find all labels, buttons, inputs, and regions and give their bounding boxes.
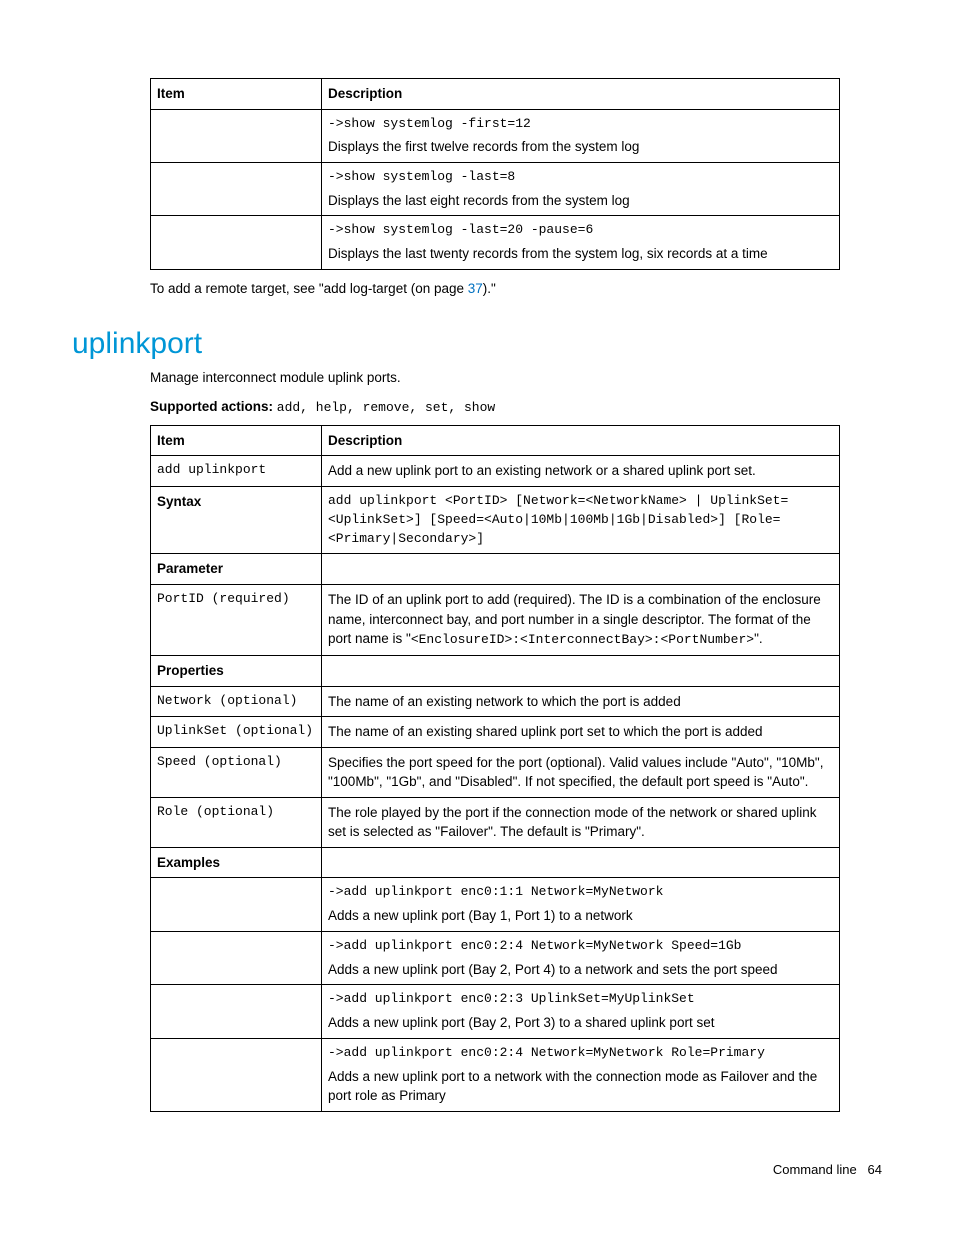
note-pre: To add a remote target, see "add log-tar…: [150, 281, 468, 296]
ex3-text: Adds a new uplink port (Bay 2, Port 3) t…: [328, 1013, 833, 1033]
row-portid-desc: The ID of an uplink port to add (require…: [322, 584, 840, 655]
row-add-desc: Add a new uplink port to an existing net…: [322, 456, 840, 487]
ex4-item: [151, 1038, 322, 1111]
ex4-cmd: ->add uplinkport enc0:2:4 Network=MyNetw…: [328, 1044, 833, 1063]
row-portid-item: PortID (required): [151, 584, 322, 655]
ex1-item: [151, 878, 322, 931]
row-examples-blank: [322, 847, 840, 878]
ex2-text: Adds a new uplink port (Bay 2, Port 4) t…: [328, 960, 833, 980]
row-parameter-header: Parameter: [151, 554, 322, 585]
table1-r3-desc: ->show systemlog -last=20 -pause=6 Displ…: [322, 216, 840, 269]
table1-r3-text: Displays the last twenty records from th…: [328, 244, 833, 264]
page-footer: Command line 64: [72, 1162, 882, 1177]
supported-label: Supported actions: [150, 399, 269, 414]
remote-target-note: To add a remote target, see "add log-tar…: [150, 280, 882, 299]
section-title-uplinkport: uplinkport: [72, 327, 882, 361]
page-link-37[interactable]: 37: [468, 281, 483, 296]
row-role-desc: The role played by the port if the conne…: [322, 797, 840, 847]
row-properties-header: Properties: [151, 655, 322, 686]
ex3-item: [151, 985, 322, 1038]
row-speed-desc: Specifies the port speed for the port (o…: [322, 747, 840, 797]
ex1-cmd: ->add uplinkport enc0:1:1 Network=MyNetw…: [328, 883, 833, 902]
ex1-text: Adds a new uplink port (Bay 1, Port 1) t…: [328, 906, 833, 926]
row-role-item: Role (optional): [151, 797, 322, 847]
table2-header-desc: Description: [322, 425, 840, 456]
footer-page: 64: [868, 1162, 882, 1177]
row-portid-post: ".: [754, 631, 763, 646]
section-intro: Manage interconnect module uplink ports.: [150, 369, 882, 388]
supported-values: add, help, remove, set, show: [277, 400, 495, 415]
table1-header-desc: Description: [322, 79, 840, 110]
ex2-desc: ->add uplinkport enc0:2:4 Network=MyNetw…: [322, 931, 840, 984]
table1-header-item: Item: [151, 79, 322, 110]
ex4-text: Adds a new uplink port to a network with…: [328, 1067, 833, 1106]
ex2-cmd: ->add uplinkport enc0:2:4 Network=MyNetw…: [328, 937, 833, 956]
row-properties-blank: [322, 655, 840, 686]
table2-header-item: Item: [151, 425, 322, 456]
table1-r1-desc: ->show systemlog -first=12 Displays the …: [322, 109, 840, 162]
row-network-desc: The name of an existing network to which…: [322, 686, 840, 717]
table1-r2-desc: ->show systemlog -last=8 Displays the la…: [322, 162, 840, 215]
row-examples-header: Examples: [151, 847, 322, 878]
ex2-item: [151, 931, 322, 984]
row-speed-item: Speed (optional): [151, 747, 322, 797]
table1-r1-item: [151, 109, 322, 162]
row-uplinkset-item: UplinkSet (optional): [151, 717, 322, 748]
table1-r3-item: [151, 216, 322, 269]
ex3-cmd: ->add uplinkport enc0:2:3 UplinkSet=MyUp…: [328, 990, 833, 1009]
uplinkport-table: Item Description add uplinkport Add a ne…: [150, 425, 840, 1112]
note-post: ).": [483, 281, 496, 296]
table1-r1-cmd: ->show systemlog -first=12: [328, 115, 833, 134]
table1-r2-text: Displays the last eight records from the…: [328, 191, 833, 211]
row-syntax-item: Syntax: [151, 486, 322, 554]
ex3-desc: ->add uplinkport enc0:2:3 UplinkSet=MyUp…: [322, 985, 840, 1038]
systemlog-table: Item Description ->show systemlog -first…: [150, 78, 840, 270]
table1-r1-text: Displays the first twelve records from t…: [328, 137, 833, 157]
row-syntax-desc: add uplinkport <PortID> [Network=<Networ…: [322, 486, 840, 554]
row-network-item: Network (optional): [151, 686, 322, 717]
row-uplinkset-desc: The name of an existing shared uplink po…: [322, 717, 840, 748]
ex1-desc: ->add uplinkport enc0:1:1 Network=MyNetw…: [322, 878, 840, 931]
row-portid-mono: <EnclosureID>:<InterconnectBay>:<PortNum…: [411, 632, 754, 647]
row-add-item: add uplinkport: [151, 456, 322, 487]
row-parameter-blank: [322, 554, 840, 585]
supported-actions: Supported actions: add, help, remove, se…: [150, 398, 882, 417]
ex4-desc: ->add uplinkport enc0:2:4 Network=MyNetw…: [322, 1038, 840, 1111]
footer-label: Command line: [773, 1162, 857, 1177]
table1-r2-cmd: ->show systemlog -last=8: [328, 168, 833, 187]
table1-r2-item: [151, 162, 322, 215]
table1-r3-cmd: ->show systemlog -last=20 -pause=6: [328, 221, 833, 240]
